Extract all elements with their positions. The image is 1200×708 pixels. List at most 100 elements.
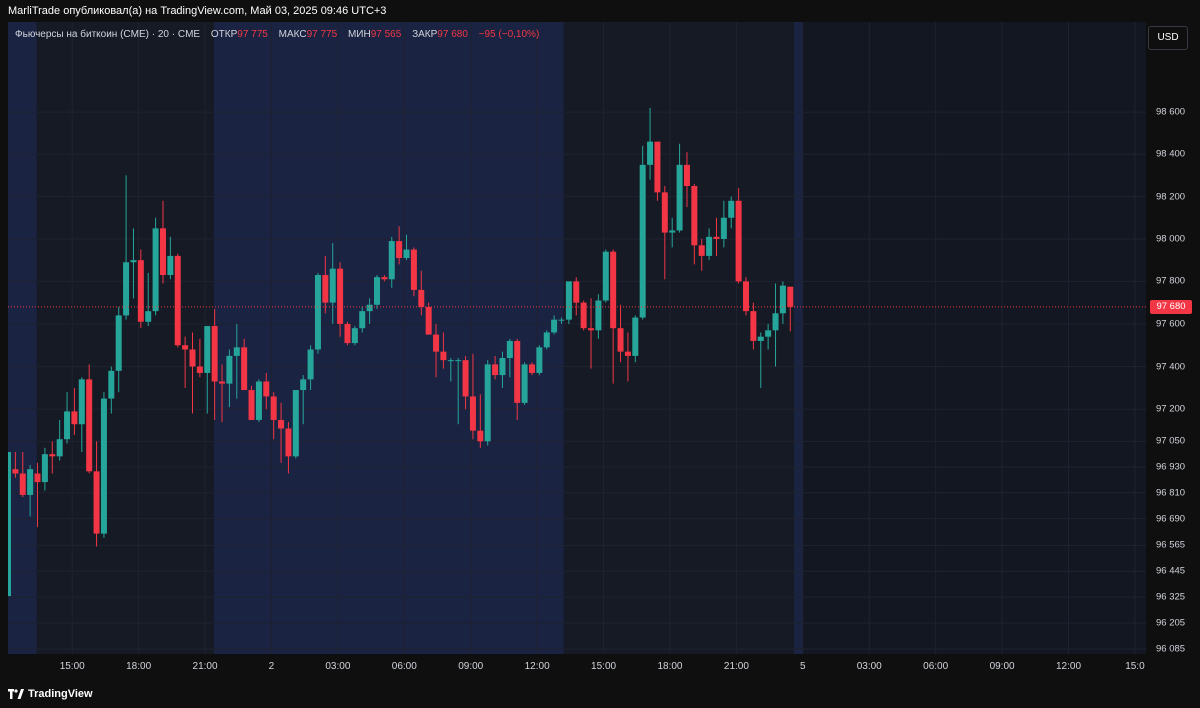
chart-area[interactable] xyxy=(8,22,1146,654)
time-tick-label: 06:00 xyxy=(923,661,949,672)
top-bar: MarliTrade опубликовал(а) на TradingView… xyxy=(0,0,1200,22)
candle-up xyxy=(728,200,735,218)
candle-down xyxy=(698,245,705,256)
candle-down xyxy=(433,334,440,352)
candle-down xyxy=(477,430,484,442)
footer: TradingView xyxy=(0,680,1200,708)
candle-down xyxy=(93,471,100,534)
open-value: 97 775 xyxy=(237,29,268,40)
tradingview-logo[interactable]: TradingView xyxy=(8,688,93,700)
candle-down xyxy=(683,164,690,186)
candle-up xyxy=(521,364,528,403)
candle-up xyxy=(447,360,454,362)
candle-down xyxy=(469,396,476,431)
candle-down xyxy=(189,349,196,367)
candle-up xyxy=(123,262,130,316)
candle-up xyxy=(204,326,211,373)
price-tick-label: 96 085 xyxy=(1156,643,1186,655)
candle-up xyxy=(8,452,11,597)
candle-down xyxy=(514,340,521,403)
candle-up xyxy=(647,141,654,165)
price-tick-label: 96 930 xyxy=(1156,461,1186,473)
candle-down xyxy=(396,241,403,259)
candle-down xyxy=(610,251,617,329)
price-tick-label: 96 445 xyxy=(1156,565,1186,577)
time-tick-label: 03:00 xyxy=(856,661,882,672)
candlestick-chart[interactable] xyxy=(8,22,1146,654)
symbol-legend: Фьючерсы на биткоин (CME) · 20 · CME ОТК… xyxy=(15,29,539,40)
high-value: 97 775 xyxy=(306,29,338,40)
candle-down xyxy=(12,469,19,474)
candle-down xyxy=(174,255,181,346)
candle-up xyxy=(167,255,174,276)
candle-up xyxy=(632,317,639,356)
price-tick-label: 96 690 xyxy=(1156,513,1186,525)
candle-up xyxy=(255,381,262,420)
candle-down xyxy=(263,381,270,397)
candle-up xyxy=(779,285,786,314)
candle-down xyxy=(462,360,469,397)
candle-up xyxy=(115,315,122,371)
price-tick-label: 97 200 xyxy=(1156,403,1186,415)
candle-up xyxy=(484,364,491,442)
candle-down xyxy=(425,306,432,335)
close-value: 97 680 xyxy=(437,29,468,40)
time-tick-label: 15:0 xyxy=(1125,661,1145,672)
candle-up xyxy=(226,355,233,384)
candle-up xyxy=(78,379,85,425)
candle-down xyxy=(661,192,668,233)
candle-up xyxy=(56,439,63,457)
symbol-name[interactable]: Фьючерсы на биткоин (CME) · 20 · CME xyxy=(15,29,200,40)
candle-up xyxy=(669,230,676,233)
candle-down xyxy=(71,411,78,425)
time-tick-label: 21:00 xyxy=(192,661,218,672)
candle-down xyxy=(418,289,425,307)
candle-up xyxy=(706,236,713,256)
candle-down xyxy=(528,364,535,373)
price-tick-label: 97 400 xyxy=(1156,361,1186,373)
candle-up xyxy=(27,469,34,495)
candle-up xyxy=(772,313,779,331)
price-tick-label: 96 325 xyxy=(1156,591,1186,603)
publish-line: MarliTrade опубликовал(а) на TradingView… xyxy=(8,5,387,17)
time-tick-label: 09:00 xyxy=(458,661,484,672)
session-shade xyxy=(8,22,37,654)
price-axis[interactable]: 98 600 98 400 98 200 98 000 97 800 97 600 97 4… xyxy=(1146,22,1200,655)
close-label: ЗАКР xyxy=(412,29,438,40)
session-shade xyxy=(793,22,803,654)
candle-up xyxy=(374,277,381,305)
candle-down xyxy=(492,364,499,376)
time-axis[interactable]: 15:00 18:00 21:00 2 03:00 06:00 09:00 12:00 15:0… xyxy=(8,654,1146,678)
candle-up xyxy=(64,411,71,440)
open-label: ОТКР xyxy=(210,29,238,40)
low-label: МИН xyxy=(347,29,371,40)
candle-up xyxy=(403,249,410,259)
candle-down xyxy=(617,328,624,352)
candle-down xyxy=(381,277,388,280)
candle-up xyxy=(233,347,240,356)
candle-up xyxy=(41,454,48,483)
candle-up xyxy=(130,260,137,263)
candle-down xyxy=(713,236,720,239)
candle-up xyxy=(536,347,543,373)
candle-down xyxy=(270,396,277,420)
candle-up xyxy=(388,241,395,280)
candle-down xyxy=(750,311,757,341)
time-tick-label: 12:00 xyxy=(524,661,550,672)
candle-down xyxy=(86,379,93,472)
candle-up xyxy=(351,328,358,344)
session-shade xyxy=(213,22,564,654)
price-tick-label: 98 200 xyxy=(1156,191,1186,203)
time-tick-label: 03:00 xyxy=(325,661,351,672)
candle-down xyxy=(182,345,189,350)
tradingview-brand: TradingView xyxy=(28,688,93,700)
candle-down xyxy=(159,228,166,276)
candle-up xyxy=(145,311,152,322)
candle-up xyxy=(595,300,602,331)
candle-down xyxy=(248,390,255,420)
price-tick-label: 97 800 xyxy=(1156,275,1186,287)
candle-down xyxy=(654,141,661,193)
candle-down xyxy=(440,351,447,361)
candle-up xyxy=(366,304,373,312)
time-tick-label: 18:00 xyxy=(126,661,152,672)
